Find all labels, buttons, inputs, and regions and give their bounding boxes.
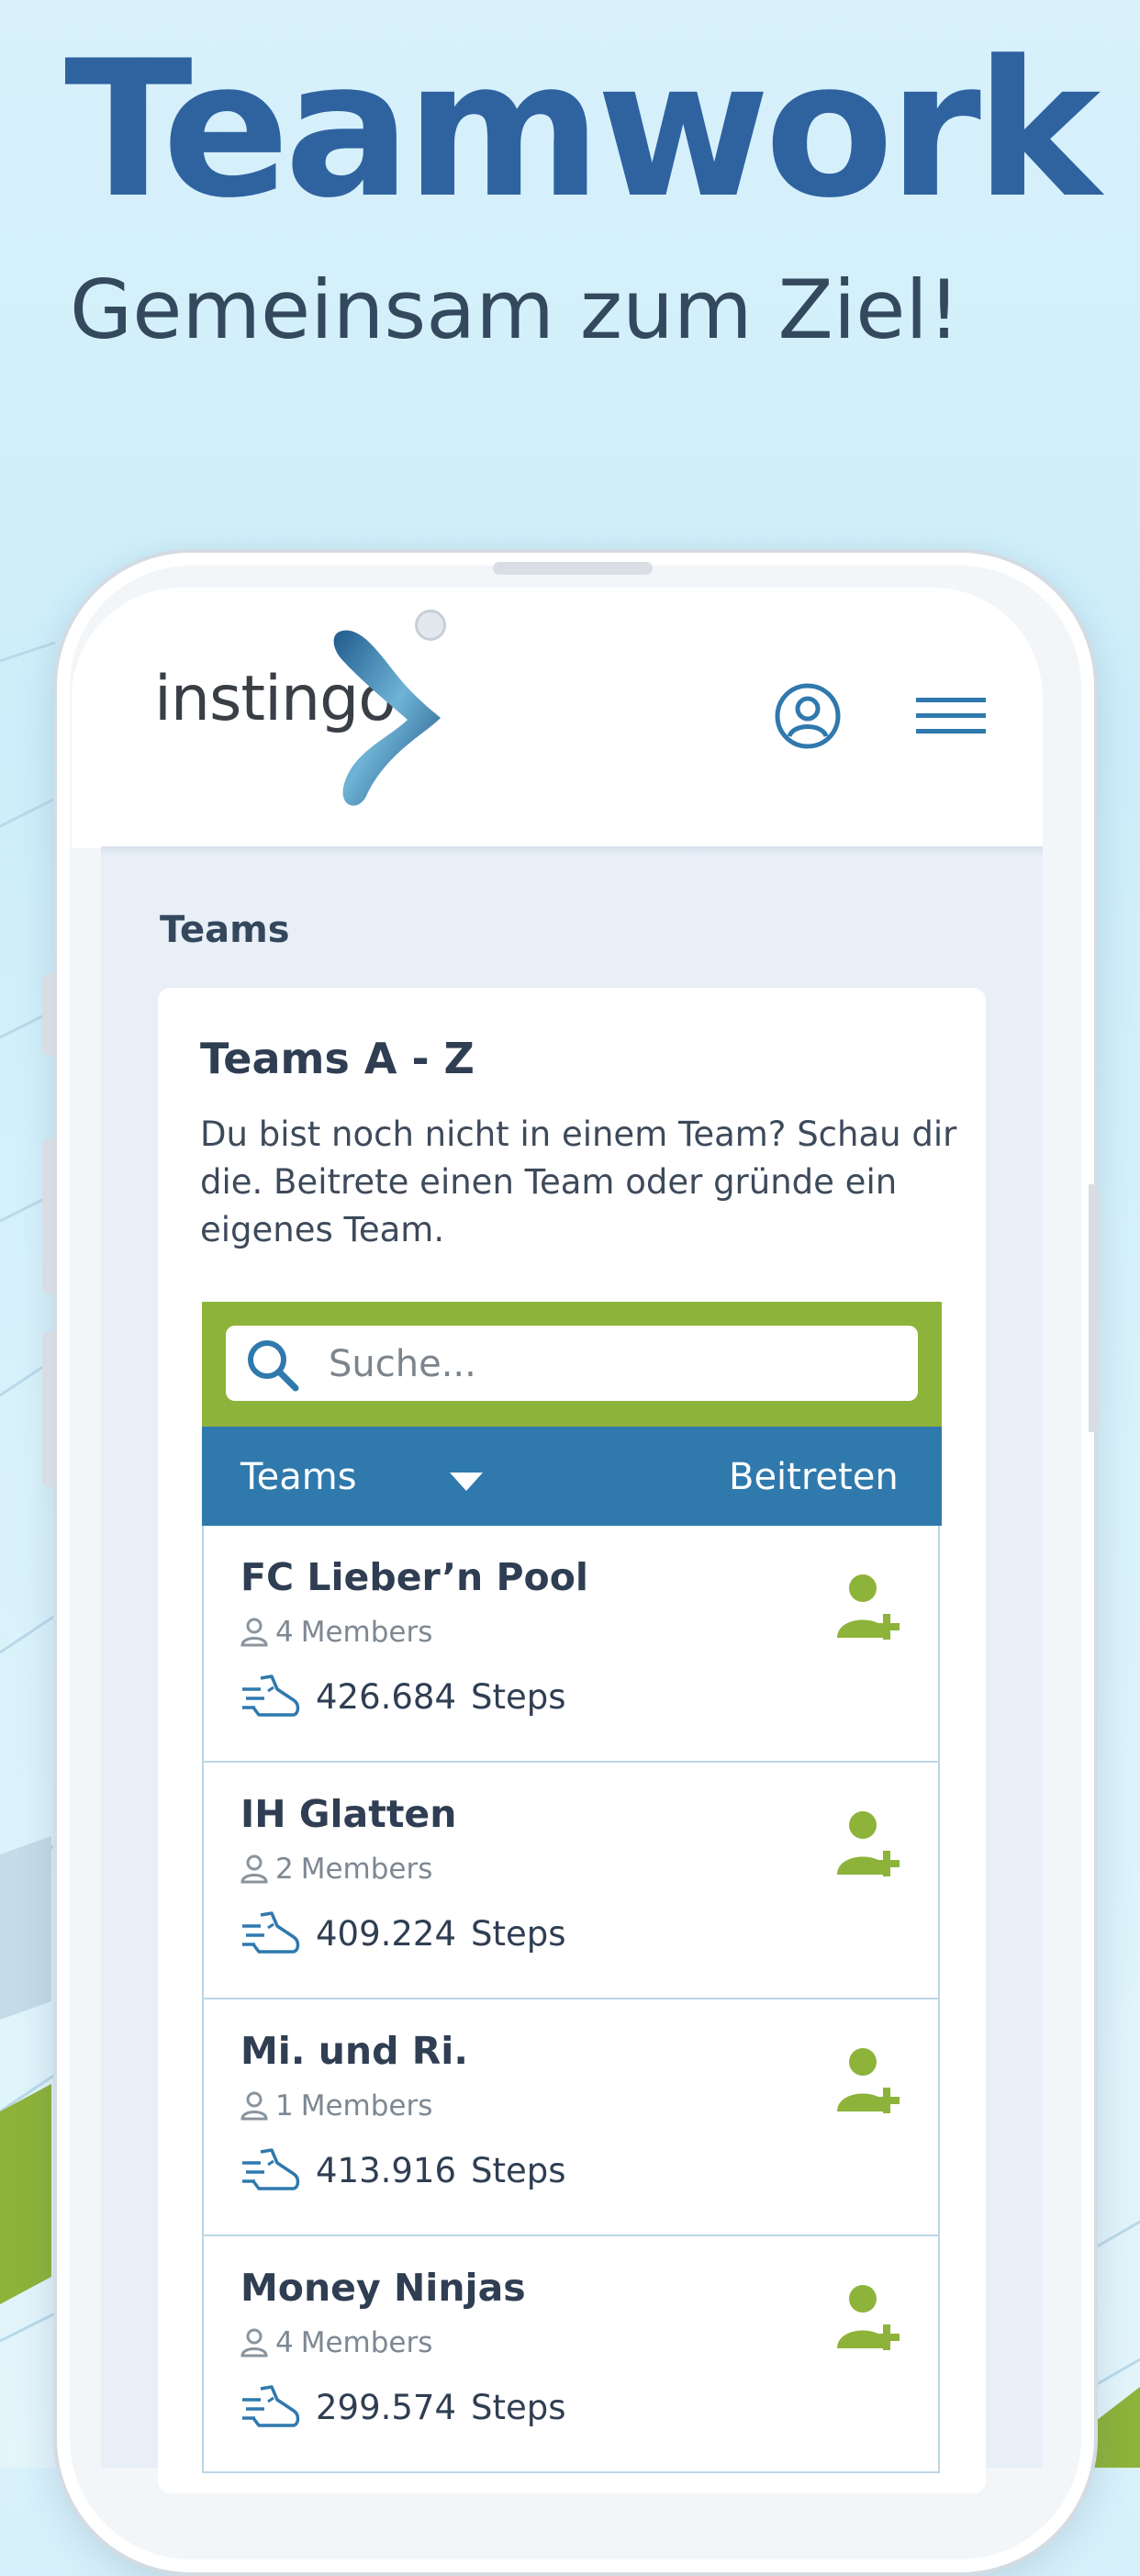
- search-input[interactable]: [327, 1337, 900, 1392]
- add-member-icon[interactable]: [830, 2282, 909, 2354]
- team-name: FC Lieber’n Pool: [240, 1555, 588, 1599]
- step-count: 409.224: [316, 1913, 457, 1954]
- teams-list: FC Lieber’n Pool 4 Members 426.684 Steps…: [202, 1526, 942, 2473]
- team-steps: 413.916 Steps: [240, 2146, 566, 2194]
- team-name: IH Glatten: [240, 1792, 457, 1836]
- step-count: 426.684: [316, 1676, 457, 1717]
- member-person-icon: [240, 1618, 268, 1647]
- add-member-icon[interactable]: [830, 1809, 909, 1880]
- brand-logo-icon[interactable]: [323, 624, 452, 817]
- search-icon[interactable]: [244, 1337, 301, 1394]
- content-divider: [101, 846, 1043, 856]
- member-count: 4: [275, 2326, 294, 2359]
- running-shoe-icon: [242, 1911, 300, 1954]
- members-label: Members: [300, 2089, 433, 2122]
- team-name: Mi. und Ri.: [240, 2029, 468, 2073]
- running-shoe-icon: [242, 2385, 300, 2427]
- members-label: Members: [300, 2326, 433, 2359]
- steps-label: Steps: [471, 2150, 566, 2190]
- add-member-icon[interactable]: [830, 2045, 909, 2117]
- phone-volume-down: [42, 1331, 53, 1487]
- team-row[interactable]: Money Ninjas 4 Members 299.574 Steps: [202, 2236, 940, 2473]
- members-label: Members: [300, 1853, 433, 1886]
- card-title: Teams A - Z: [200, 1034, 475, 1083]
- team-members: 1 Members: [240, 2089, 432, 2122]
- add-member-icon[interactable]: [830, 1572, 909, 1643]
- team-steps: 409.224 Steps: [240, 1910, 566, 1957]
- hero-headline: Teamwork: [64, 21, 1101, 240]
- team-steps: 426.684 Steps: [240, 1673, 566, 1720]
- phone-volume-up: [42, 1138, 53, 1294]
- phone-mute-switch: [42, 973, 53, 1056]
- team-name: Money Ninjas: [240, 2266, 526, 2310]
- member-count: 2: [275, 1853, 294, 1886]
- team-row[interactable]: IH Glatten 2 Members 409.224 Steps: [202, 1763, 940, 1999]
- sort-teams-header[interactable]: Teams: [240, 1456, 357, 1498]
- step-count: 413.916: [316, 2150, 457, 2190]
- running-shoe-icon: [242, 1674, 300, 1717]
- sort-caret-down-icon[interactable]: [448, 1471, 485, 1493]
- steps-label: Steps: [471, 1913, 566, 1954]
- step-count: 299.574: [316, 2387, 457, 2427]
- member-count: 4: [275, 1616, 294, 1649]
- member-person-icon: [240, 2328, 268, 2358]
- page-title: Teams: [160, 909, 290, 951]
- team-members: 4 Members: [240, 2326, 432, 2359]
- card-description: Du bist noch nicht in einem Team? Schau …: [200, 1114, 957, 1249]
- hero-subheadline: Gemeinsam zum Ziel!: [70, 263, 961, 357]
- team-row[interactable]: FC Lieber’n Pool 4 Members 426.684 Steps: [202, 1526, 940, 1763]
- phone-side-button: [1089, 1184, 1100, 1432]
- phone-speaker: [493, 562, 653, 575]
- member-person-icon: [240, 1854, 268, 1884]
- steps-label: Steps: [471, 2387, 566, 2427]
- member-person-icon: [240, 2091, 268, 2121]
- steps-label: Steps: [471, 1676, 566, 1717]
- team-members: 4 Members: [240, 1616, 432, 1649]
- hamburger-menu-icon[interactable]: [916, 694, 986, 738]
- members-label: Members: [300, 1616, 433, 1649]
- running-shoe-icon: [242, 2148, 300, 2190]
- team-members: 2 Members: [240, 1853, 432, 1886]
- account-icon[interactable]: [775, 683, 841, 749]
- team-row[interactable]: Mi. und Ri. 1 Members 413.916 Steps: [202, 1999, 940, 2236]
- member-count: 1: [275, 2089, 294, 2122]
- team-steps: 299.574 Steps: [240, 2383, 566, 2431]
- join-column-header: Beitreten: [729, 1456, 899, 1498]
